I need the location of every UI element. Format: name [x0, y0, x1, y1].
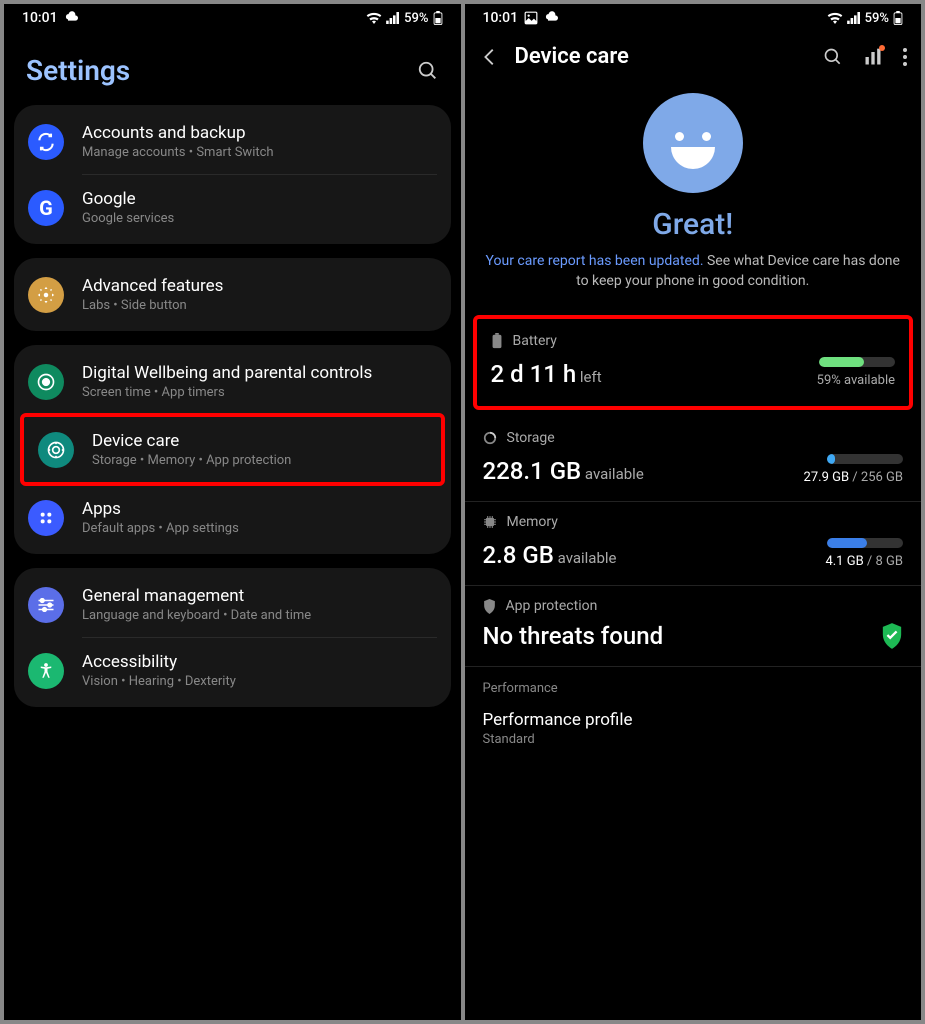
battery-icon: [491, 333, 503, 349]
settings-item-general-management[interactable]: General management Language and keyboard …: [14, 572, 451, 637]
status-bar: 10:01 59%: [4, 4, 461, 30]
item-subtitle: Storage • Memory • App protection: [92, 453, 427, 468]
search-icon[interactable]: [823, 47, 843, 67]
app-protection-status: No threats found: [483, 622, 664, 650]
item-title: General management: [82, 586, 437, 606]
app-protection-label: App protection: [506, 598, 598, 614]
item-title: Advanced features: [82, 276, 437, 296]
care-description: Your care report has been updated. See w…: [485, 252, 902, 291]
item-title: Device care: [92, 431, 427, 451]
settings-header: Settings: [4, 30, 461, 105]
back-icon[interactable]: [479, 46, 501, 68]
device-care-screen: 10:01 59% Device care Great!: [465, 4, 922, 1020]
item-subtitle: Google services: [82, 211, 437, 226]
battery-available: 59% available: [817, 373, 895, 388]
battery-bar: [819, 357, 895, 367]
status-hero: Great! Your care report has been updated…: [465, 79, 922, 311]
stats-icon[interactable]: [863, 47, 883, 67]
battery-icon: [893, 11, 903, 25]
memory-free: 2.8 GB: [483, 541, 554, 569]
app-protection-section[interactable]: App protection No threats found: [465, 586, 922, 667]
status-time: 10:01: [483, 10, 519, 26]
device-care-content: Device care Great! Your care report has …: [465, 30, 922, 1020]
wifi-icon: [366, 12, 382, 24]
memory-icon: [483, 515, 497, 529]
battery-time: 2 d 11 h: [491, 360, 577, 388]
settings-group: General management Language and keyboard …: [14, 568, 451, 707]
item-subtitle: Screen time • App timers: [82, 385, 437, 400]
signal-icon: [847, 12, 861, 24]
item-title: Google: [82, 189, 437, 209]
settings-screen: 10:01 59% Settings Accounts and backup Ma…: [4, 4, 461, 1020]
status-word: Great!: [485, 207, 902, 242]
status-time: 10:01: [22, 10, 58, 26]
image-icon: [524, 11, 538, 25]
item-subtitle: Manage accounts • Smart Switch: [82, 145, 437, 160]
status-battery-pct: 59%: [865, 11, 889, 26]
settings-item-google[interactable]: G Google Google services: [14, 175, 451, 240]
performance-profile-title: Performance profile: [483, 710, 904, 730]
item-subtitle: Language and keyboard • Date and time: [82, 608, 437, 623]
item-icon: [28, 364, 64, 400]
settings-item-accounts-and-backup[interactable]: Accounts and backup Manage accounts • Sma…: [14, 109, 451, 174]
wifi-icon: [827, 12, 843, 24]
storage-used: 27.9 GB / 256 GB: [804, 470, 903, 485]
storage-section[interactable]: Storage 228.1 GB available 27.9 GB / 256…: [465, 418, 922, 502]
item-subtitle: Vision • Hearing • Dexterity: [82, 674, 437, 689]
battery-icon: [433, 11, 443, 25]
settings-group: Digital Wellbeing and parental controls S…: [14, 345, 451, 554]
item-icon: [28, 124, 64, 160]
settings-item-advanced-features[interactable]: Advanced features Labs • Side button: [14, 262, 451, 327]
settings-item-digital-wellbeing-and-parental-controls[interactable]: Digital Wellbeing and parental controls S…: [14, 349, 451, 414]
storage-free: 228.1 GB: [483, 457, 582, 485]
settings-content: Settings Accounts and backup Manage accou…: [4, 30, 461, 1020]
more-icon[interactable]: [903, 48, 907, 66]
battery-label: Battery: [513, 333, 557, 349]
storage-label: Storage: [507, 430, 555, 446]
weather-icon: [64, 10, 80, 26]
memory-label: Memory: [507, 514, 558, 530]
care-report-link[interactable]: Your care report has been updated.: [486, 253, 704, 269]
item-icon: [38, 432, 74, 468]
item-title: Apps: [82, 499, 437, 519]
settings-group: Advanced features Labs • Side button: [14, 258, 451, 331]
settings-item-device-care[interactable]: Device care Storage • Memory • App protec…: [20, 413, 445, 486]
page-title: Settings: [26, 54, 130, 87]
page-title: Device care: [515, 44, 810, 69]
performance-header: Performance: [465, 667, 922, 704]
storage-bar: [827, 454, 903, 464]
shield-icon: [483, 599, 496, 614]
item-icon: [28, 277, 64, 313]
memory-section[interactable]: Memory 2.8 GB available 4.1 GB / 8 GB: [465, 502, 922, 586]
item-icon: [28, 500, 64, 536]
happy-face-icon: [643, 93, 743, 193]
storage-icon: [483, 431, 497, 445]
battery-section[interactable]: Battery 2 d 11 h left 59% available: [473, 315, 914, 410]
item-icon: [28, 587, 64, 623]
settings-item-apps[interactable]: Apps Default apps • App settings: [14, 485, 451, 550]
device-care-header: Device care: [465, 30, 922, 79]
memory-used: 4.1 GB / 8 GB: [825, 554, 903, 569]
settings-group: Accounts and backup Manage accounts • Sma…: [14, 105, 451, 244]
memory-bar: [827, 538, 903, 548]
performance-profile-item[interactable]: Performance profile Standard: [465, 704, 922, 761]
settings-item-accessibility[interactable]: Accessibility Vision • Hearing • Dexterit…: [14, 638, 451, 703]
item-subtitle: Default apps • App settings: [82, 521, 437, 536]
performance-profile-sub: Standard: [483, 732, 904, 747]
signal-icon: [386, 12, 400, 24]
weather-icon: [544, 10, 560, 26]
shield-check-icon: [881, 623, 903, 649]
item-icon: G: [28, 190, 64, 226]
status-battery-pct: 59%: [404, 11, 428, 26]
search-icon[interactable]: [417, 60, 439, 82]
status-bar: 10:01 59%: [465, 4, 922, 30]
item-title: Digital Wellbeing and parental controls: [82, 363, 437, 383]
item-title: Accounts and backup: [82, 123, 437, 143]
item-subtitle: Labs • Side button: [82, 298, 437, 313]
item-icon: [28, 653, 64, 689]
item-title: Accessibility: [82, 652, 437, 672]
